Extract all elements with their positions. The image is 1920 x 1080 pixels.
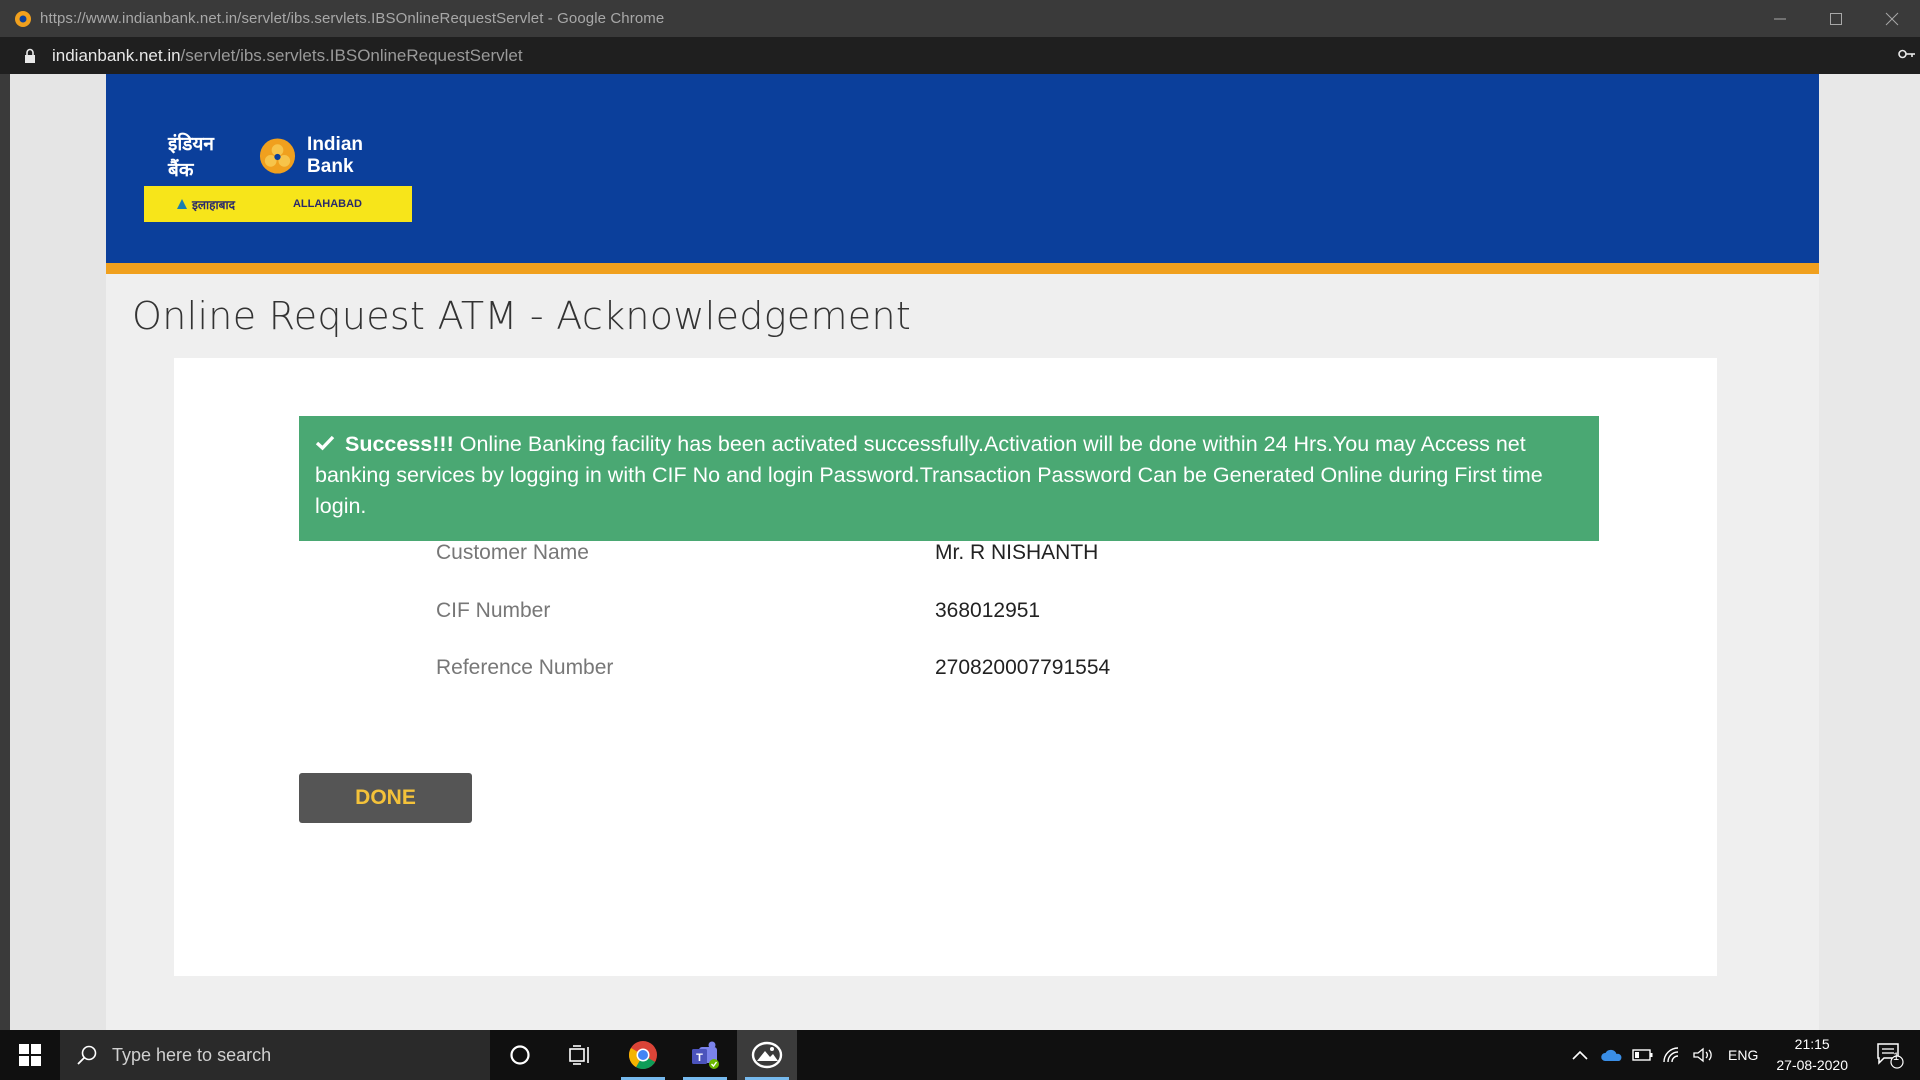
onedrive-cloud-icon[interactable] <box>1600 1047 1624 1063</box>
clock-time: 21:15 <box>1794 1036 1830 1052</box>
language-indicator[interactable]: ENG <box>1728 1047 1758 1063</box>
header-stripe <box>106 263 1819 274</box>
page-title: Online Request ATM - Acknowledgement <box>132 294 912 338</box>
detail-label: CIF Number <box>436 599 551 622</box>
search-placeholder: Type here to search <box>112 1044 272 1065</box>
url-path: /servlet/ibs.servlets.IBSOnlineRequestSe… <box>180 45 523 65</box>
photos-app-icon <box>751 1041 783 1069</box>
allahabad-band: इलाहाबाद ALLAHABAD <box>144 186 412 222</box>
clock-date: 27-08-2020 <box>1776 1057 1848 1073</box>
cortana-circle-icon <box>510 1045 530 1065</box>
detail-value: 270820007791554 <box>935 656 1111 679</box>
taskbar-clock[interactable]: 21:15 27-08-2020 <box>1776 1034 1848 1076</box>
lock-icon <box>25 48 35 63</box>
alert-success-label: Success!!! <box>345 432 454 456</box>
reference-number-label: Reference Number <box>436 656 613 680</box>
taskbar-search-box[interactable]: Type here to search <box>60 1030 490 1080</box>
window-title: https://www.indianbank.net.in/servlet/ib… <box>40 10 665 27</box>
windows-logo-icon <box>19 1044 41 1066</box>
url-host: indianbank.net.in <box>52 45 181 65</box>
close-button[interactable] <box>1864 0 1920 37</box>
logo-top: इंडियन बैंक Indian Bank <box>144 130 412 182</box>
address-url[interactable]: indianbank.net.in/servlet/ibs.servlets.I… <box>52 46 523 66</box>
search-icon <box>77 1045 97 1065</box>
taskbar-photos-app[interactable] <box>737 1030 797 1080</box>
window-left-edge <box>0 74 10 1030</box>
maximize-icon <box>1830 12 1842 25</box>
logo-hindi-name: इंडियन बैंक <box>168 133 214 181</box>
teams-icon: T <box>692 1041 719 1069</box>
page-container: इंडियन बैंक Indian Bank इलाहाबाद ALLAHAB… <box>106 74 1819 1030</box>
customer-name-label: Customer Name <box>436 541 589 565</box>
minimize-button[interactable] <box>1752 0 1808 37</box>
maximize-button[interactable] <box>1808 0 1864 37</box>
allahabad-triangle-icon <box>177 199 187 209</box>
alert-message: Online Banking facility has been activat… <box>315 432 1543 518</box>
checkmark-icon <box>315 435 335 451</box>
detail-value: Mr. R NISHANTH <box>935 541 1099 564</box>
indian-bank-logo: इंडियन बैंक Indian Bank इलाहाबाद ALLAHAB… <box>144 130 412 222</box>
band-english: ALLAHABAD <box>292 198 362 210</box>
system-tray: ENG <box>1570 1030 1758 1080</box>
detail-label: Customer Name <box>436 541 589 564</box>
cortana-button[interactable] <box>490 1030 550 1080</box>
window-controls <box>1752 0 1920 37</box>
page-viewport: इंडियन बैंक Indian Bank इलाहाबाद ALLAHAB… <box>10 74 1920 1030</box>
cif-number-label: CIF Number <box>436 599 550 623</box>
volume-icon[interactable] <box>1692 1046 1714 1064</box>
bank-header: इंडियन बैंक Indian Bank इलाहाबाद ALLAHAB… <box>106 74 1819 263</box>
detail-label: Reference Number <box>436 656 614 679</box>
minimize-icon <box>1774 18 1786 19</box>
done-button[interactable]: DONE <box>299 773 472 823</box>
taskbar-chrome[interactable] <box>613 1030 673 1080</box>
wifi-icon[interactable] <box>1662 1046 1684 1064</box>
battery-icon[interactable] <box>1632 1048 1654 1062</box>
success-alert: Success!!! Online Banking facility has b… <box>299 416 1599 541</box>
chrome-icon <box>629 1041 657 1069</box>
customer-name-value: Mr. R NISHANTH <box>935 541 1098 565</box>
taskbar-teams[interactable]: T <box>675 1030 735 1080</box>
notification-count: 1 <box>1893 1051 1900 1063</box>
band-hindi: इलाहाबाद <box>192 197 235 212</box>
notification-icon <box>1877 1043 1904 1069</box>
window-titlebar: https://www.indianbank.net.in/servlet/ib… <box>0 0 1920 37</box>
indian-bank-emblem-icon <box>260 138 296 174</box>
chevron-up-icon[interactable] <box>1570 1048 1590 1062</box>
key-icon[interactable] <box>1898 47 1916 61</box>
svg-text:T: T <box>696 1052 703 1064</box>
action-center-button[interactable]: 1 <box>1860 1030 1920 1080</box>
reference-number-value: 270820007791554 <box>935 656 1110 680</box>
detail-value: 368012951 <box>935 599 1041 622</box>
address-bar[interactable]: indianbank.net.in/servlet/ibs.servlets.I… <box>0 37 1920 74</box>
close-icon <box>1885 12 1899 25</box>
cif-number-value: 368012951 <box>935 599 1040 623</box>
start-button[interactable] <box>0 1030 60 1080</box>
task-view-icon <box>569 1045 589 1065</box>
task-view-button[interactable] <box>550 1030 610 1080</box>
logo-english-name: Indian Bank <box>307 134 363 177</box>
indian-bank-favicon-icon <box>15 10 31 27</box>
windows-taskbar: Type here to search T ENG 21:15 27-08-20… <box>0 1030 1920 1080</box>
page-right-margin <box>1819 74 1920 1030</box>
